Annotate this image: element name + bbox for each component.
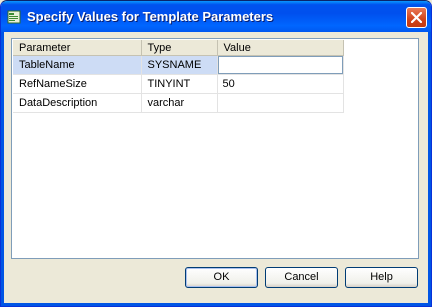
title-bar[interactable]: Specify Values for Template Parameters xyxy=(1,1,431,32)
dialog-window: Specify Values for Template Parameters P… xyxy=(0,0,432,307)
dialog-title: Specify Values for Template Parameters xyxy=(27,9,274,24)
parameter-cell[interactable]: DataDescription xyxy=(13,93,142,113)
window-border-left xyxy=(1,32,4,306)
value-input[interactable]: 50 xyxy=(218,75,343,93)
type-cell[interactable]: SYSNAME xyxy=(141,55,218,75)
parameter-cell[interactable]: TableName xyxy=(13,55,142,75)
help-button[interactable]: Help xyxy=(345,267,418,288)
table-row[interactable]: RefNameSize TINYINT 50 xyxy=(13,74,344,94)
parameter-cell[interactable]: RefNameSize xyxy=(13,74,142,94)
ok-button[interactable]: OK xyxy=(185,267,258,288)
column-header-parameter[interactable]: Parameter xyxy=(13,40,142,56)
window-border-right xyxy=(428,32,431,306)
template-parameters-icon xyxy=(7,10,21,24)
close-button[interactable] xyxy=(406,7,427,28)
type-cell[interactable]: varchar xyxy=(141,93,218,113)
parameters-table: Parameter Type Value TableName SYSNAME R… xyxy=(13,40,344,113)
table-row[interactable]: DataDescription varchar xyxy=(13,93,344,113)
table-row[interactable]: TableName SYSNAME xyxy=(13,55,344,75)
value-input[interactable] xyxy=(218,94,343,112)
value-cell[interactable] xyxy=(217,55,344,75)
parameters-grid[interactable]: Parameter Type Value TableName SYSNAME R… xyxy=(11,38,419,259)
window-border-bottom xyxy=(1,303,431,306)
column-header-value[interactable]: Value xyxy=(217,40,344,56)
cancel-button[interactable]: Cancel xyxy=(265,267,338,288)
value-input[interactable] xyxy=(217,56,342,74)
type-cell[interactable]: TINYINT xyxy=(141,74,218,94)
value-cell[interactable]: 50 xyxy=(217,74,344,94)
value-cell[interactable] xyxy=(217,93,344,113)
grid-header-row: Parameter Type Value xyxy=(13,40,344,56)
column-header-type[interactable]: Type xyxy=(141,40,218,56)
